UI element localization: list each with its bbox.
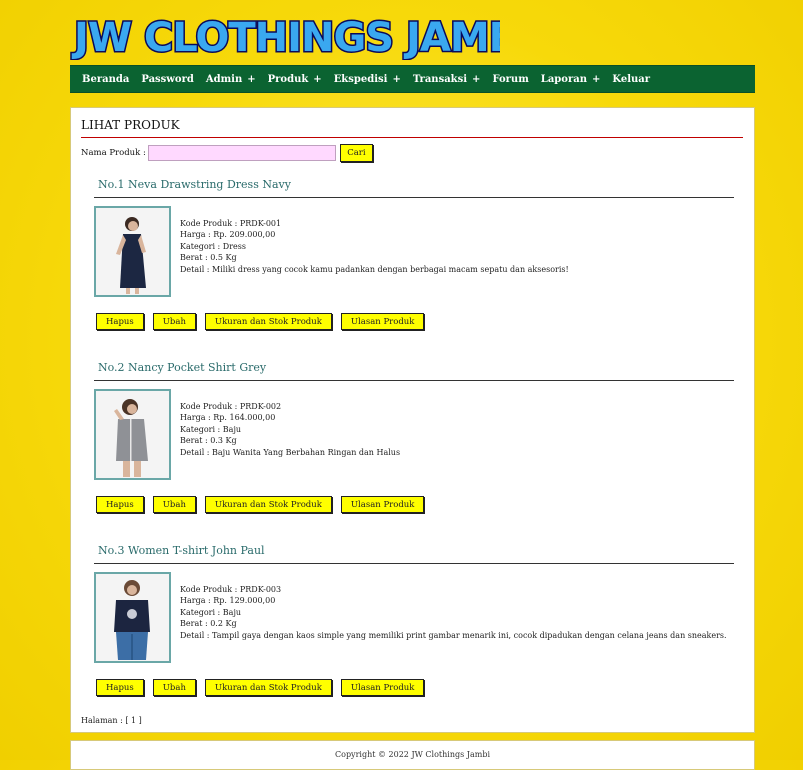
footer: Copyright © 2022 JW Clothings Jambi: [70, 740, 755, 770]
nav-item-laporan[interactable]: Laporan +: [535, 74, 607, 85]
size-stock-button[interactable]: Ukuran dan Stok Produk: [204, 313, 332, 330]
product-weight: Berat : 0.2 Kg: [180, 619, 237, 629]
product-code: Kode Produk : PRDK-001: [180, 219, 282, 228]
product-actions: Hapus Ubah Ukuran dan Stok Produk Ulasan…: [94, 313, 734, 330]
plus-icon: +: [313, 73, 322, 85]
product-card: No.3 Women T-shirt John Paul Kode Produk…: [94, 544, 734, 696]
plus-icon: +: [591, 73, 601, 85]
nav-item-keluar[interactable]: Keluar: [606, 74, 656, 85]
page-title: LIHAT PRODUK: [81, 118, 743, 138]
product-detail: Detail : Miliki dress yang cocok kamu pa…: [180, 264, 569, 274]
pagination[interactable]: Halaman : [ 1 ]: [81, 716, 142, 725]
product-price: Harga : Rp. 164.000,00: [180, 413, 276, 423]
product-category: Kategori : Dress: [180, 241, 246, 251]
review-button[interactable]: Ulasan Produk: [340, 679, 425, 696]
edit-button[interactable]: Ubah: [152, 313, 196, 330]
search-input[interactable]: [147, 145, 336, 161]
product-price: Harga : Rp. 209.000,00: [180, 230, 276, 240]
nav-item-forum[interactable]: Forum: [486, 74, 534, 85]
content-panel: LIHAT PRODUK Nama Produk : Cari No.1 Nev…: [70, 107, 755, 733]
main-nav: Beranda Password Admin + Produk + Ekspedis…: [70, 65, 755, 93]
site-logo: JW CLOTHINGS JAMBI: [70, 8, 500, 61]
product-actions: Hapus Ubah Ukuran dan Stok Produk Ulasan…: [94, 679, 734, 696]
logo-text: JW CLOTHINGS JAMBI: [71, 15, 500, 60]
plus-icon: +: [247, 73, 256, 85]
size-stock-button[interactable]: Ukuran dan Stok Produk: [204, 679, 332, 696]
review-button[interactable]: Ulasan Produk: [340, 313, 425, 330]
product-weight: Berat : 0.5 Kg: [180, 253, 237, 263]
search-label: Nama Produk :: [81, 148, 146, 158]
product-price: Harga : Rp. 129.000,00: [180, 596, 276, 606]
delete-button[interactable]: Hapus: [96, 679, 144, 696]
product-image: [94, 206, 171, 297]
edit-button[interactable]: Ubah: [152, 496, 196, 513]
nav-item-ekspedisi[interactable]: Ekspedisi +: [328, 74, 407, 85]
nav-item-transaksi[interactable]: Transaksi +: [407, 74, 487, 85]
copyright-text: Copyright © 2022 JW Clothings Jambi: [335, 750, 490, 759]
product-detail: Detail : Tampil gaya dengan kaos simple …: [180, 630, 727, 640]
product-image: [94, 389, 171, 480]
nav-item-beranda[interactable]: Beranda: [76, 74, 135, 85]
size-stock-button[interactable]: Ukuran dan Stok Produk: [204, 496, 332, 513]
product-card: No.2 Nancy Pocket Shirt Grey Kode Produk…: [94, 361, 734, 513]
delete-button[interactable]: Hapus: [96, 496, 144, 513]
product-category: Kategori : Baju: [180, 607, 242, 617]
product-info: Kode Produk : PRDK-001 Harga : Rp. 209.0…: [180, 218, 569, 275]
delete-button[interactable]: Hapus: [96, 313, 144, 330]
product-title: No.3 Women T-shirt John Paul: [94, 544, 734, 564]
product-image: [94, 572, 171, 663]
product-card: No.1 Neva Drawstring Dress Navy Kode Pro…: [94, 178, 734, 330]
plus-icon: +: [392, 73, 401, 85]
plus-icon: +: [472, 73, 481, 85]
search-button[interactable]: Cari: [339, 144, 373, 162]
product-info: Kode Produk : PRDK-002 Harga : Rp. 164.0…: [180, 401, 400, 458]
product-info: Kode Produk : PRDK-003 Harga : Rp. 129.0…: [180, 584, 727, 641]
product-weight: Berat : 0.3 Kg: [180, 436, 237, 446]
product-detail: Detail : Baju Wanita Yang Berbahan Ringa…: [180, 447, 401, 457]
product-title: No.1 Neva Drawstring Dress Navy: [94, 178, 734, 198]
review-button[interactable]: Ulasan Produk: [340, 496, 425, 513]
nav-item-admin[interactable]: Admin +: [200, 74, 262, 85]
search-form: Nama Produk : Cari: [81, 144, 373, 162]
nav-item-password[interactable]: Password: [135, 74, 200, 85]
product-category: Kategori : Baju: [180, 424, 242, 434]
product-code: Kode Produk : PRDK-003: [180, 585, 282, 594]
product-code: Kode Produk : PRDK-002: [180, 402, 282, 411]
nav-item-produk[interactable]: Produk +: [262, 74, 328, 85]
product-actions: Hapus Ubah Ukuran dan Stok Produk Ulasan…: [94, 496, 734, 513]
edit-button[interactable]: Ubah: [152, 679, 196, 696]
product-title: No.2 Nancy Pocket Shirt Grey: [94, 361, 734, 381]
